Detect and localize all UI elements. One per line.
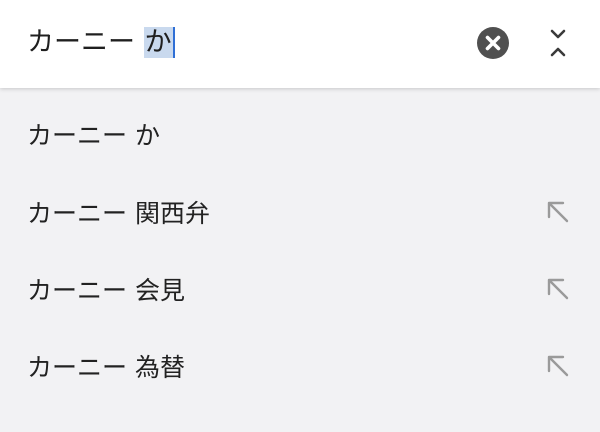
suggestion-item[interactable]: カーニー 為替 [0, 332, 600, 402]
suggestion-label: カーニー 関西弁 [27, 199, 210, 228]
suggestion-item[interactable]: カーニー か [0, 100, 600, 170]
search-input[interactable]: カーニー か [27, 23, 175, 63]
search-bar: カーニー か [0, 0, 600, 88]
fill-query-button[interactable] [544, 352, 572, 380]
arrow-up-left-icon [547, 278, 569, 300]
arrow-up-left-icon [547, 355, 569, 377]
collapse-chevrons-icon [550, 29, 566, 57]
suggestion-label: カーニー 会見 [27, 276, 185, 305]
search-typed-text: カーニー [27, 27, 144, 58]
fill-query-button[interactable] [544, 198, 572, 226]
close-circle-icon [485, 35, 501, 51]
clear-search-button[interactable] [477, 27, 509, 59]
suggestion-item[interactable]: カーニー 会見 [0, 255, 600, 325]
collapse-button[interactable] [544, 26, 572, 60]
suggestion-item[interactable]: カーニー 関西弁 [0, 178, 600, 248]
suggestion-label: カーニー か [27, 121, 160, 150]
suggestion-label: カーニー 為替 [27, 353, 185, 382]
search-selected-text: か [143, 27, 175, 58]
suggestion-list: カーニー か カーニー 関西弁 カーニー 会見 カーニー 為替 [0, 88, 600, 432]
arrow-up-left-icon [547, 201, 569, 223]
fill-query-button[interactable] [544, 275, 572, 303]
